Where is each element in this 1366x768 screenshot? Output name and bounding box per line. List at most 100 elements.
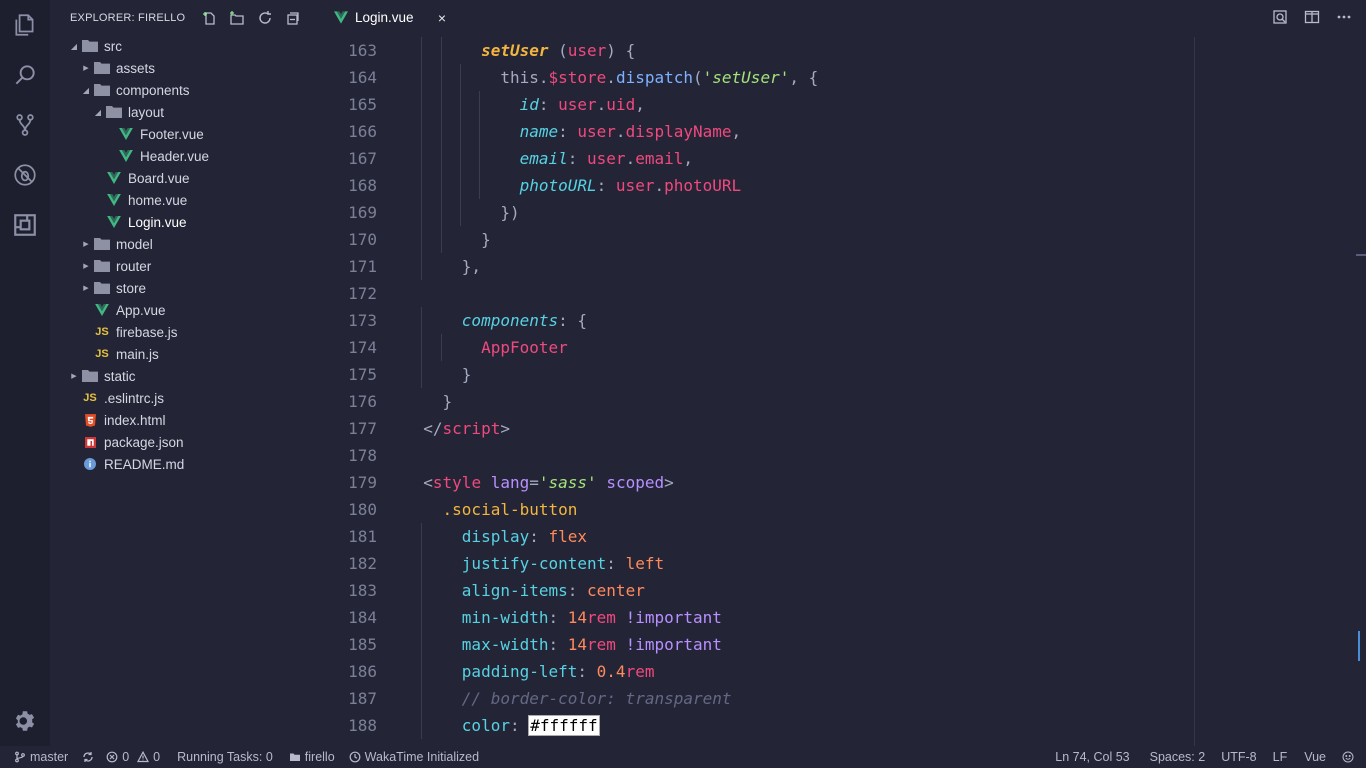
- wakatime-indicator[interactable]: WakaTime Initialized: [349, 750, 479, 764]
- code-token: },: [461, 257, 482, 276]
- gear-icon[interactable]: [0, 696, 50, 746]
- code-line[interactable]: 187 // border-color: transparent: [320, 685, 1366, 712]
- cursor-position[interactable]: Ln 74, Col 53: [1055, 750, 1129, 764]
- problems-indicator[interactable]: 0 0: [106, 750, 160, 764]
- folder-indicator[interactable]: firello: [289, 750, 335, 764]
- code-line[interactable]: 179 <style lang='sass' scoped>: [320, 469, 1366, 496]
- code-line[interactable]: 180 .social-button: [320, 496, 1366, 523]
- code-line[interactable]: 175 }: [320, 361, 1366, 388]
- code-text: max-width: 14rem !important: [404, 631, 722, 658]
- code-line[interactable]: 176 }: [320, 388, 1366, 415]
- tree-item-layout[interactable]: ◢ layout: [50, 101, 320, 123]
- search-icon[interactable]: [0, 50, 50, 100]
- line-number: 186: [348, 662, 377, 681]
- refresh-icon[interactable]: [257, 10, 273, 26]
- code-line[interactable]: 164 this.$store.dispatch('setUser', {: [320, 64, 1366, 91]
- code-line[interactable]: 165 id: user.uid,: [320, 91, 1366, 118]
- tree-item-login-vue[interactable]: Login.vue: [50, 211, 320, 233]
- collapse-all-icon[interactable]: [285, 10, 301, 26]
- code-line[interactable]: 163 setUser (user) {: [320, 37, 1366, 64]
- tree-item-board-vue[interactable]: Board.vue: [50, 167, 320, 189]
- code-line[interactable]: 172: [320, 280, 1366, 307]
- chevron-right-icon[interactable]: ▶: [80, 64, 92, 72]
- code-token: script: [442, 419, 501, 438]
- new-folder-icon[interactable]: [229, 10, 245, 26]
- debug-icon[interactable]: [0, 150, 50, 200]
- tree-item-package-json[interactable]: package.json: [50, 431, 320, 453]
- chevron-down-icon[interactable]: ◢: [92, 108, 104, 117]
- tree-item-model[interactable]: ▶ model: [50, 233, 320, 255]
- code-line[interactable]: 171 },: [320, 253, 1366, 280]
- tree-item-header-vue[interactable]: Header.vue: [50, 145, 320, 167]
- chevron-down-icon[interactable]: ◢: [80, 86, 92, 95]
- code-line[interactable]: 173 components: {: [320, 307, 1366, 334]
- code-line[interactable]: 169 }): [320, 199, 1366, 226]
- tree-item-footer-vue[interactable]: Footer.vue: [50, 123, 320, 145]
- tree-item-eslintrc-js[interactable]: JS .eslintrc.js: [50, 387, 320, 409]
- chevron-right-icon[interactable]: ▶: [80, 240, 92, 248]
- code-line[interactable]: 170 }: [320, 226, 1366, 253]
- files-icon[interactable]: [0, 0, 50, 50]
- close-icon[interactable]: ×: [438, 10, 446, 26]
- code-line[interactable]: 178: [320, 442, 1366, 469]
- code-line[interactable]: 185 max-width: 14rem !important: [320, 631, 1366, 658]
- chevron-down-icon[interactable]: ◢: [68, 42, 80, 51]
- encoding[interactable]: UTF-8: [1221, 750, 1256, 764]
- tree-item-app-vue[interactable]: App.vue: [50, 299, 320, 321]
- new-file-icon[interactable]: [201, 10, 217, 26]
- code-token: id: [519, 95, 539, 114]
- code-line[interactable]: 188 color: #ffffff: [320, 712, 1366, 739]
- code-editor[interactable]: 163 setUser (user) {164 this.$store.disp…: [320, 37, 1366, 746]
- tree-item-router[interactable]: ▶ router: [50, 255, 320, 277]
- tree-item-static[interactable]: ▶ static: [50, 365, 320, 387]
- tree-item-assets[interactable]: ▶ assets: [50, 57, 320, 79]
- tree-item-index-html[interactable]: index.html: [50, 409, 320, 431]
- code-token: :: [567, 149, 588, 168]
- language-mode[interactable]: Vue: [1304, 750, 1326, 764]
- code-token: >: [500, 419, 510, 438]
- tree-item-home-vue[interactable]: home.vue: [50, 189, 320, 211]
- end-of-line[interactable]: LF: [1273, 750, 1288, 764]
- chevron-right-icon[interactable]: ▶: [80, 284, 92, 292]
- code-line[interactable]: 186 padding-left: 0.4rem: [320, 658, 1366, 685]
- open-changes-icon[interactable]: [1272, 9, 1288, 25]
- tree-item-firebase-js[interactable]: JS firebase.js: [50, 321, 320, 343]
- code-line[interactable]: 183 align-items: center: [320, 577, 1366, 604]
- more-actions-icon[interactable]: [1336, 9, 1352, 25]
- running-tasks[interactable]: Running Tasks: 0: [177, 750, 273, 764]
- tree-item-store[interactable]: ▶ store: [50, 277, 320, 299]
- tree-item-components[interactable]: ◢ components: [50, 79, 320, 101]
- chevron-right-icon[interactable]: ▶: [68, 372, 80, 380]
- code-line[interactable]: 182 justify-content: left: [320, 550, 1366, 577]
- explorer-header: EXPLORER: FIRELLO: [50, 0, 320, 36]
- chevron-right-icon[interactable]: ▶: [80, 262, 92, 270]
- extensions-icon[interactable]: [0, 200, 50, 250]
- code-line[interactable]: 167 email: user.email,: [320, 145, 1366, 172]
- branch-indicator[interactable]: master: [14, 750, 68, 764]
- code-token: 14: [567, 635, 588, 654]
- javascript-file-icon: JS: [83, 392, 97, 404]
- feedback-icon[interactable]: [1342, 751, 1354, 763]
- split-editor-icon[interactable]: [1304, 9, 1320, 25]
- tree-item-readme-md[interactable]: README.md: [50, 453, 320, 475]
- code-line[interactable]: 177 </script>: [320, 415, 1366, 442]
- sync-icon[interactable]: [82, 751, 94, 763]
- source-control-icon[interactable]: [0, 100, 50, 150]
- code-line[interactable]: 168 photoURL: user.photoURL: [320, 172, 1366, 199]
- code-line[interactable]: 184 min-width: 14rem !important: [320, 604, 1366, 631]
- code-token: : {: [558, 311, 588, 330]
- code-line[interactable]: 166 name: user.displayName,: [320, 118, 1366, 145]
- indentation[interactable]: Spaces: 2: [1150, 750, 1206, 764]
- tree-item-src[interactable]: ◢ src: [50, 35, 320, 57]
- tree-item-main-js[interactable]: JS main.js: [50, 343, 320, 365]
- tab-login-vue[interactable]: Login.vue ×: [328, 0, 452, 35]
- code-line[interactable]: 181 display: flex: [320, 523, 1366, 550]
- code-token: .: [538, 68, 549, 87]
- tree-item-label: src: [104, 38, 122, 54]
- code-line[interactable]: 174 AppFooter: [320, 334, 1366, 361]
